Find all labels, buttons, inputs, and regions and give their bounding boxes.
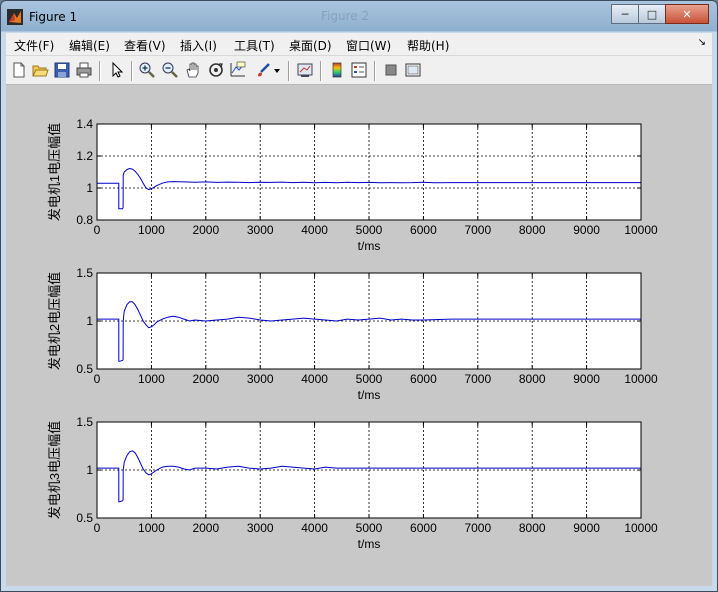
close-button[interactable]: ✕: [665, 4, 709, 24]
x-tick-label: 0: [94, 223, 101, 237]
toolbar-separator: [131, 61, 133, 81]
x-axis-label: t/ms: [358, 388, 381, 402]
figure-client-area: 文件(F) 编辑(E) 查看(V) 插入(I) 工具(T) 桌面(D) 窗口(W…: [6, 33, 712, 586]
y-axis-label: 发电机1电压幅值: [47, 123, 62, 221]
x-tick-label: 0: [94, 372, 101, 386]
menu-overflow-icon[interactable]: ↘: [698, 37, 706, 48]
y-tick-label: 1.5: [76, 266, 93, 280]
menu-desktop[interactable]: 桌面(D): [289, 37, 332, 54]
x-tick-label: 8000: [519, 223, 546, 237]
x-tick-label: 3000: [247, 372, 274, 386]
x-axis-label: t/ms: [358, 537, 381, 551]
x-tick-label: 10000: [624, 521, 658, 535]
menu-bar: 文件(F) 编辑(E) 查看(V) 插入(I) 工具(T) 桌面(D) 窗口(W…: [6, 33, 712, 56]
y-tick-label: 1: [86, 463, 93, 477]
print-icon[interactable]: [75, 61, 93, 79]
x-tick-label: 5000: [356, 372, 383, 386]
plot-area: 0 1000 2000 3000 4000 5000 6000 7000 8000 9000 100…: [6, 86, 712, 586]
data-cursor-icon[interactable]: [229, 61, 247, 79]
x-tick-label: 2000: [192, 372, 219, 386]
maximize-icon: □: [646, 7, 658, 21]
x-tick-label: 6000: [410, 372, 437, 386]
x-tick-label: 4000: [301, 372, 328, 386]
y-tick-label: 0.8: [76, 213, 93, 227]
maximize-button[interactable]: □: [638, 4, 666, 24]
x-tick-label: 6000: [410, 521, 437, 535]
x-tick-label: 10000: [624, 372, 658, 386]
background-window-ghost-title: Figure 2: [321, 9, 370, 23]
x-tick-label: 1000: [138, 223, 165, 237]
insert-legend-icon[interactable]: [350, 61, 368, 79]
menu-file[interactable]: 文件(F): [14, 37, 54, 54]
menu-help[interactable]: 帮助(H): [407, 37, 449, 54]
menu-view[interactable]: 查看(V): [124, 37, 166, 54]
x-tick-label: 5000: [356, 521, 383, 535]
save-icon[interactable]: [53, 61, 71, 79]
x-tick-label: 3000: [247, 223, 274, 237]
pan-hand-icon[interactable]: [184, 61, 202, 79]
x-tick-label: 1000: [138, 372, 165, 386]
menu-edit[interactable]: 编辑(E): [69, 37, 110, 54]
x-tick-label: 9000: [573, 223, 600, 237]
menu-window[interactable]: 窗口(W): [346, 37, 391, 54]
x-tick-label: 4000: [301, 521, 328, 535]
y-tick-label: 0.5: [76, 511, 93, 525]
x-tick-label: 8000: [519, 521, 546, 535]
x-tick-label: 2000: [192, 223, 219, 237]
hide-plot-tools-icon[interactable]: [382, 61, 400, 79]
figure-toolbar: [6, 56, 712, 85]
insert-colorbar-icon[interactable]: [328, 61, 346, 79]
zoom-in-icon[interactable]: [138, 61, 156, 79]
menu-tools[interactable]: 工具(T): [234, 37, 275, 54]
x-tick-label: 10000: [624, 223, 658, 237]
y-tick-label: 1.4: [76, 117, 93, 131]
x-tick-label: 3000: [247, 521, 274, 535]
x-tick-label: 5000: [356, 223, 383, 237]
select-arrow-icon[interactable]: [108, 61, 126, 79]
show-plot-tools-icon[interactable]: [404, 61, 422, 79]
y-tick-label: 1: [86, 181, 93, 195]
new-figure-icon[interactable]: [10, 61, 28, 79]
x-tick-label: 9000: [573, 372, 600, 386]
x-tick-label: 6000: [410, 223, 437, 237]
x-tick-label: 1000: [138, 521, 165, 535]
zoom-out-icon[interactable]: [161, 61, 179, 79]
open-file-icon[interactable]: [31, 61, 49, 79]
brush-icon[interactable]: [254, 61, 272, 79]
x-tick-label: 8000: [519, 372, 546, 386]
minimize-icon: ─: [621, 7, 629, 21]
x-tick-label: 7000: [464, 223, 491, 237]
y-tick-label: 0.5: [76, 362, 93, 376]
y-tick-label: 1: [86, 314, 93, 328]
title-bar[interactable]: Figure 1 Figure 2 ─ □ ✕: [1, 1, 717, 33]
x-axis-label: t/ms: [358, 239, 381, 253]
x-tick-label: 2000: [192, 521, 219, 535]
matlab-logo-icon: [7, 9, 23, 25]
x-tick-label: 0: [94, 521, 101, 535]
link-plot-icon[interactable]: [296, 61, 314, 79]
y-axis-label: 发电机3电压幅值: [47, 421, 62, 519]
toolbar-separator: [374, 61, 376, 81]
toolbar-separator: [99, 61, 101, 81]
y-tick-label: 1.2: [76, 149, 93, 163]
close-icon: ✕: [682, 7, 692, 21]
x-tick-label: 9000: [573, 521, 600, 535]
minimize-button[interactable]: ─: [611, 4, 639, 24]
x-tick-label: 7000: [464, 372, 491, 386]
window-title: Figure 1: [29, 10, 78, 24]
x-tick-label: 4000: [301, 223, 328, 237]
figure-window: Figure 1 Figure 2 ─ □ ✕ 文件(F) 编辑(E) 查看(V…: [0, 0, 718, 592]
subplot-2: 0 1000 2000 3000 4000 5000 6000 7000 8000 9000 100…: [47, 266, 658, 402]
subplot-3: 0 1000 2000 3000 4000 5000 6000 7000 8000 9000 100…: [47, 415, 658, 551]
subplot-1: 0 1000 2000 3000 4000 5000 6000 7000 8000 9000 100…: [47, 117, 658, 253]
y-tick-label: 1.5: [76, 415, 93, 429]
figure-canvas[interactable]: 0 1000 2000 3000 4000 5000 6000 7000 8000 9000 100…: [6, 86, 712, 586]
x-tick-label: 7000: [464, 521, 491, 535]
rotate-3d-icon[interactable]: [207, 61, 225, 79]
y-axis-label: 发电机2电压幅值: [47, 272, 62, 370]
toolbar-separator: [288, 61, 290, 81]
menu-insert[interactable]: 插入(I): [180, 37, 217, 54]
brush-dropdown-icon[interactable]: [272, 61, 282, 79]
toolbar-separator: [320, 61, 322, 81]
